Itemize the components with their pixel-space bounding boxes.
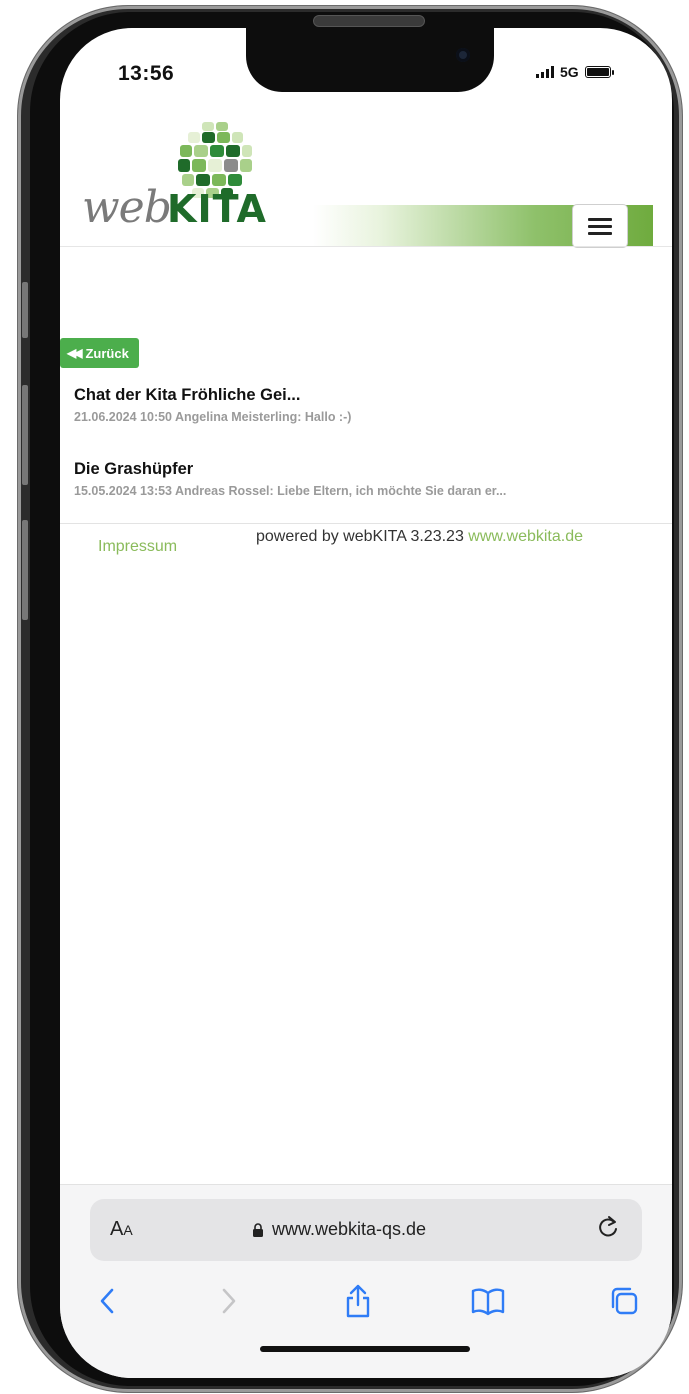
url-display: www.webkita-qs.de bbox=[252, 1219, 426, 1240]
footer-divider bbox=[60, 523, 672, 524]
chat-list-item[interactable]: Die Grashüpfer 15.05.2024 13:53 Andreas … bbox=[74, 460, 664, 498]
front-camera-icon bbox=[456, 48, 470, 62]
share-icon[interactable] bbox=[338, 1281, 378, 1321]
chat-title: Die Grashüpfer bbox=[74, 460, 194, 478]
speaker-slot bbox=[313, 15, 425, 27]
logo-text-kita: KITA bbox=[167, 187, 267, 231]
powered-by-label: powered by webKITA 3.23.23 bbox=[256, 528, 464, 545]
chat-list-item[interactable]: Chat der Kita Fröhliche Gei... 21.06.202… bbox=[74, 386, 664, 424]
impressum-link[interactable]: Impressum bbox=[98, 538, 177, 556]
reload-icon[interactable] bbox=[594, 1213, 622, 1241]
url-text: www.webkita-qs.de bbox=[272, 1219, 427, 1239]
aa-large: A bbox=[110, 1218, 124, 1240]
double-chevron-left-icon: ◀◀ bbox=[67, 346, 83, 360]
back-button-label: Zurück bbox=[85, 345, 129, 361]
battery-level bbox=[586, 68, 609, 76]
network-type: 5G bbox=[560, 64, 579, 80]
webkita-link[interactable]: www.webkita.de bbox=[468, 528, 583, 545]
chat-title: Chat der Kita Fröhliche Gei... bbox=[74, 386, 301, 404]
status-time: 13:56 bbox=[118, 62, 175, 85]
notch bbox=[246, 28, 494, 92]
site-header: web KITA bbox=[60, 120, 672, 250]
back-button[interactable]: ◀◀ Zurück bbox=[60, 338, 139, 368]
back-chevron-icon[interactable] bbox=[88, 1281, 128, 1321]
volume-down-button bbox=[22, 520, 28, 620]
battery-icon bbox=[584, 66, 614, 78]
tabs-icon[interactable] bbox=[604, 1281, 644, 1321]
chat-preview: 21.06.2024 10:50 Angelina Meisterling: H… bbox=[74, 410, 352, 424]
phone-screen: 13:56 5G web KITA ◀◀ Zurück Chat der Kit… bbox=[60, 28, 672, 1378]
status-indicators: 5G bbox=[536, 64, 614, 80]
volume-up-button bbox=[22, 385, 28, 485]
powered-by-text: powered by webKITA 3.23.23 www.webkita.d… bbox=[256, 528, 583, 546]
bookmarks-icon[interactable] bbox=[468, 1281, 508, 1321]
signal-icon bbox=[536, 66, 554, 78]
chat-preview: 15.05.2024 13:53 Andreas Rossel: Liebe E… bbox=[74, 484, 507, 498]
header-divider bbox=[60, 246, 672, 247]
lock-icon bbox=[253, 1222, 263, 1237]
aa-small: A bbox=[123, 1222, 133, 1238]
forward-chevron-icon[interactable] bbox=[208, 1281, 248, 1321]
hamburger-menu-icon[interactable] bbox=[572, 204, 628, 248]
address-bar[interactable]: AA www.webkita-qs.de bbox=[90, 1199, 642, 1261]
reader-settings-button[interactable]: AA bbox=[110, 1218, 133, 1241]
mute-switch bbox=[22, 282, 28, 338]
browser-toolbar bbox=[60, 1281, 672, 1329]
logo-text-web: web bbox=[82, 182, 172, 233]
home-indicator[interactable] bbox=[260, 1346, 470, 1352]
